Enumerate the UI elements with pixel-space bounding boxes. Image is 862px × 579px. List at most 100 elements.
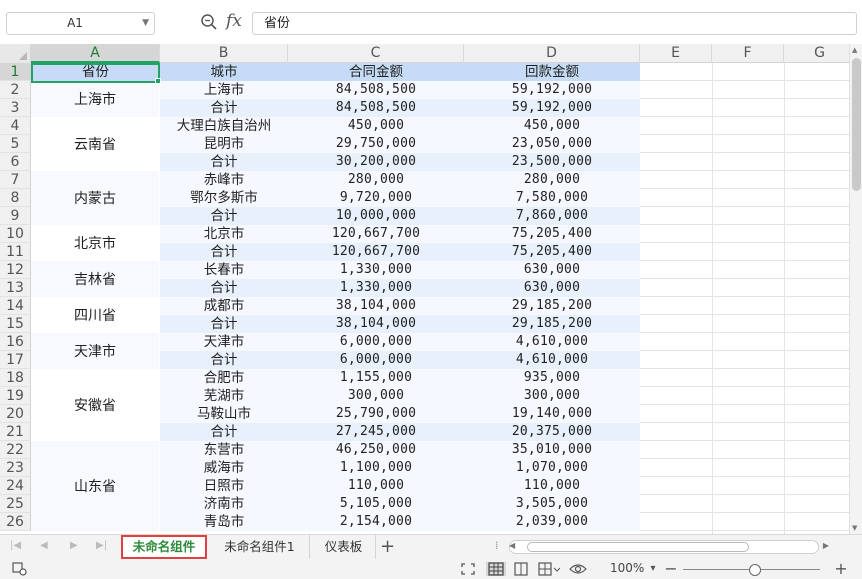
cell-area[interactable]: 省份 城市 合同金额 回款金额 上海市 云南省 内蒙古 北京市 吉林省 四川省 天津市 安徽省 山东省 上… [31,63,849,534]
contract-amount-cell[interactable]: 120,667,700 [288,243,464,261]
scroll-left-icon[interactable]: ◀ [509,541,515,550]
contract-amount-cell[interactable]: 2,154,000 [288,513,464,531]
zoom-icon[interactable] [200,13,218,31]
payment-amount-cell[interactable]: 280,000 [464,171,640,189]
normal-view-icon[interactable] [486,562,506,576]
scroll-right-icon[interactable]: ▶ [823,541,829,550]
row-header-4[interactable]: 4 [0,117,31,135]
city-cell[interactable]: 合计 [160,351,288,369]
contract-amount-cell[interactable]: 450,000 [288,117,464,135]
province-cell[interactable]: 内蒙古 [31,171,159,225]
city-cell[interactable]: 合计 [160,243,288,261]
city-cell[interactable]: 威海市 [160,459,288,477]
row-header-21[interactable]: 21 [0,423,31,441]
spreadsheet-grid[interactable]: ABCDEFG 1 2 3 4 5 6 7 8 9 10 11 12 13 14 15 16 17 18 19 20 2… [0,44,849,534]
add-sheet-button[interactable]: + [380,536,395,558]
city-cell[interactable]: 合计 [160,207,288,225]
row-header-5[interactable]: 5 [0,135,31,153]
row-header-7[interactable]: 7 [0,171,31,189]
row-header-10[interactable]: 10 [0,225,31,243]
payment-amount-cell[interactable]: 1,070,000 [464,459,640,477]
city-cell[interactable]: 天津市 [160,333,288,351]
row-header-11[interactable]: 11 [0,243,31,261]
column-header-a[interactable]: A [31,44,160,63]
scroll-up-icon[interactable]: ▲ [852,46,857,54]
row-header-15[interactable]: 15 [0,315,31,333]
row-header-23[interactable]: 23 [0,459,31,477]
city-cell[interactable]: 日照市 [160,477,288,495]
horizontal-scroll-thumb[interactable] [527,542,749,552]
contract-amount-cell[interactable]: 1,330,000 [288,261,464,279]
row-header-13[interactable]: 13 [0,279,31,297]
contract-amount-cell[interactable]: 300,000 [288,387,464,405]
column-header-c[interactable]: C [288,44,464,63]
city-cell[interactable]: 合计 [160,315,288,333]
contract-amount-cell[interactable]: 6,000,000 [288,351,464,369]
contract-amount-cell[interactable]: 46,250,000 [288,441,464,459]
row-header-3[interactable]: 3 [0,99,31,117]
city-cell[interactable]: 鄂尔多斯市 [160,189,288,207]
row-header-25[interactable]: 25 [0,495,31,513]
contract-amount-cell[interactable]: 6,000,000 [288,333,464,351]
row-header-1[interactable]: 1 [0,63,31,81]
eye-icon[interactable] [569,562,587,576]
column-header-e[interactable]: E [640,44,712,63]
vertical-scroll-thumb[interactable] [852,58,861,191]
fullscreen-icon[interactable] [460,562,476,576]
contract-amount-cell[interactable]: 10,000,000 [288,207,464,225]
table-header-cell[interactable]: 合同金额 [288,63,464,81]
city-cell[interactable]: 合计 [160,153,288,171]
city-cell[interactable]: 合肥市 [160,369,288,387]
contract-amount-cell[interactable]: 5,105,000 [288,495,464,513]
city-cell[interactable]: 济南市 [160,495,288,513]
sheet-tab-3[interactable]: 仪表板 [312,535,376,559]
row-header-6[interactable]: 6 [0,153,31,171]
column-header-g[interactable]: G [784,44,849,63]
payment-amount-cell[interactable]: 7,580,000 [464,189,640,207]
scroll-down-icon[interactable]: ▼ [852,524,857,532]
zoom-level[interactable]: 100% [610,561,644,575]
fill-handle[interactable] [155,78,161,84]
province-cell[interactable]: 吉林省 [31,261,159,297]
row-header-24[interactable]: 24 [0,477,31,495]
horizontal-scrollbar[interactable]: ⁞ ◀ ▶ [495,538,835,556]
contract-amount-cell[interactable]: 30,200,000 [288,153,464,171]
payment-amount-cell[interactable]: 4,610,000 [464,333,640,351]
contract-amount-cell[interactable]: 29,750,000 [288,135,464,153]
city-cell[interactable]: 北京市 [160,225,288,243]
row-header-22[interactable]: 22 [0,441,31,459]
city-cell[interactable]: 合计 [160,423,288,441]
payment-amount-cell[interactable]: 110,000 [464,477,640,495]
payment-amount-cell[interactable]: 23,050,000 [464,135,640,153]
row-header-8[interactable]: 8 [0,189,31,207]
table-header-cell[interactable]: 城市 [160,63,288,81]
row-header-2[interactable]: 2 [0,81,31,99]
row-header-9[interactable]: 9 [0,207,31,225]
payment-amount-cell[interactable]: 75,205,400 [464,225,640,243]
province-cell[interactable]: 天津市 [31,333,159,369]
contract-amount-cell[interactable]: 1,100,000 [288,459,464,477]
payment-amount-cell[interactable]: 75,205,400 [464,243,640,261]
province-cell[interactable]: 安徽省 [31,369,159,441]
city-cell[interactable]: 东营市 [160,441,288,459]
row-header-26[interactable]: 26 [0,513,31,531]
contract-amount-cell[interactable]: 38,104,000 [288,297,464,315]
contract-amount-cell[interactable]: 120,667,700 [288,225,464,243]
next-sheet-icon[interactable]: ▶ [70,540,78,551]
row-header-14[interactable]: 14 [0,297,31,315]
payment-amount-cell[interactable]: 450,000 [464,117,640,135]
zoom-menu-icon[interactable]: ▾ [645,562,661,576]
payment-amount-cell[interactable]: 20,375,000 [464,423,640,441]
city-cell[interactable]: 青岛市 [160,513,288,531]
city-cell[interactable]: 芜湖市 [160,387,288,405]
payment-amount-cell[interactable]: 29,185,200 [464,315,640,333]
contract-amount-cell[interactable]: 110,000 [288,477,464,495]
city-cell[interactable]: 合计 [160,99,288,117]
column-header-d[interactable]: D [464,44,640,63]
city-cell[interactable]: 上海市 [160,81,288,99]
table-header-cell[interactable]: 回款金额 [464,63,640,81]
city-cell[interactable]: 赤峰市 [160,171,288,189]
payment-amount-cell[interactable]: 7,860,000 [464,207,640,225]
contract-amount-cell[interactable]: 25,790,000 [288,405,464,423]
zoom-slider-knob[interactable] [749,564,761,576]
